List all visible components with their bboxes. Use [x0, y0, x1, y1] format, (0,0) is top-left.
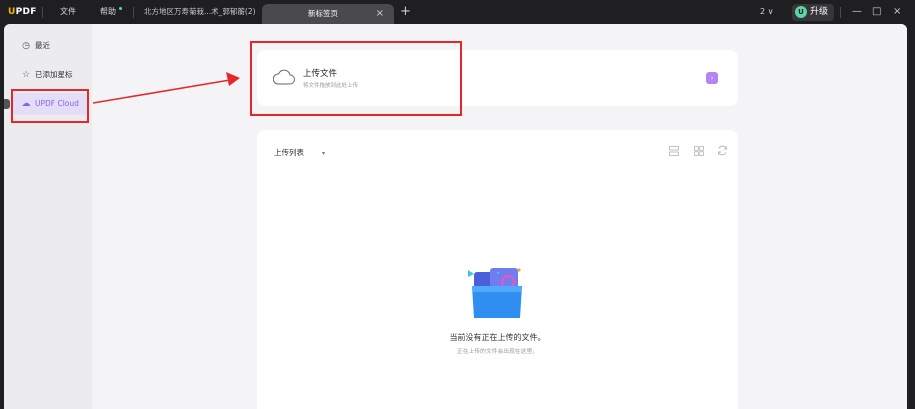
annotation-arrow [92, 72, 240, 104]
